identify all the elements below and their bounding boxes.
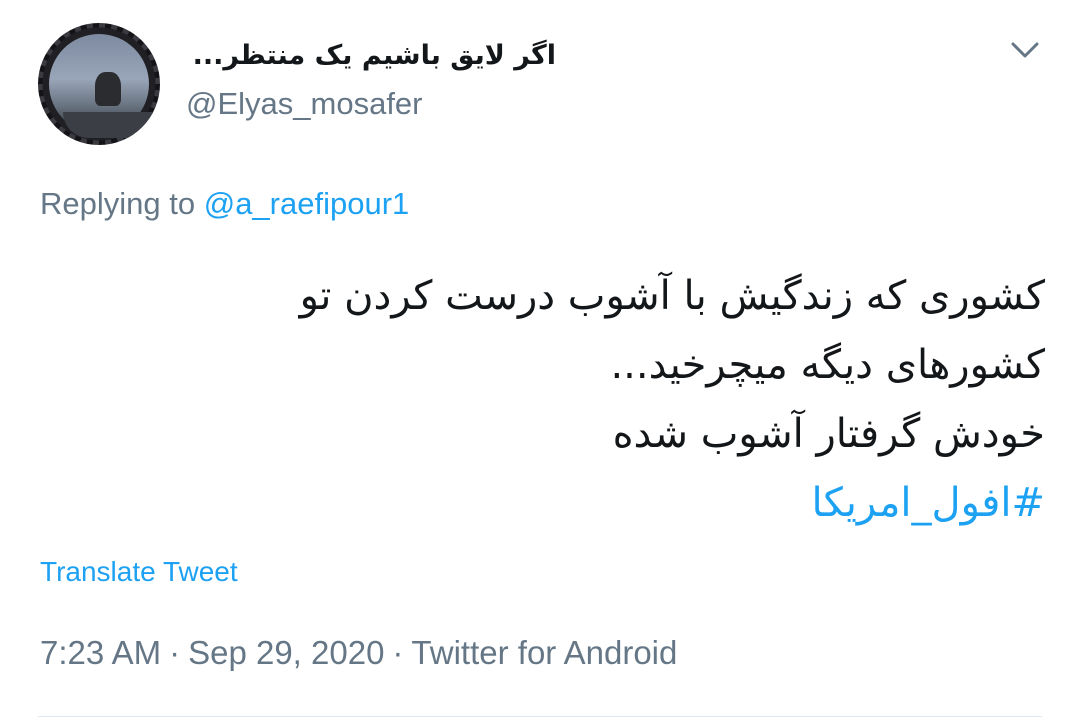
meta-separator: · [169,634,181,671]
display-name[interactable]: اگر لایق باشیم یک منتظر... [186,40,556,71]
chevron-down-icon[interactable] [1010,40,1040,60]
tweet-date[interactable]: Sep 29, 2020 [188,634,384,671]
replying-label: Replying to [40,186,196,221]
translate-tweet-link[interactable]: Translate Tweet [40,556,238,588]
tweet-line: کشوری که زندگیش با آشوب درست کردن تو [299,273,1045,319]
meta-separator: · [392,634,404,671]
tweet-card: اگر لایق باشیم یک منتظر... @Elyas_mosafe… [0,0,1080,727]
hashtag-link[interactable]: #افول_امریکا [140,469,1046,538]
tweet-time[interactable]: 7:23 AM [40,634,161,671]
tweet-source: Twitter for Android [411,634,678,671]
tweet-line: خودش گرفتار آشوب شده [612,411,1045,457]
avatar-ground [63,112,157,138]
avatar[interactable] [38,23,160,145]
reply-mention-link[interactable]: @a_raefipour1 [204,186,410,221]
replying-to: Replying to @a_raefipour1 [40,186,409,222]
tweet-line: کشورهای دیگه میچرخید... [610,342,1045,388]
avatar-figure [95,72,121,106]
divider [38,716,1042,717]
user-handle[interactable]: @Elyas_mosafer [186,86,423,122]
avatar-photo [49,34,157,138]
tweet-text: کشوری که زندگیش با آشوب درست کردن تو کشو… [140,262,1045,538]
tweet-meta: 7:23 AM · Sep 29, 2020 · Twitter for Android [40,634,677,672]
